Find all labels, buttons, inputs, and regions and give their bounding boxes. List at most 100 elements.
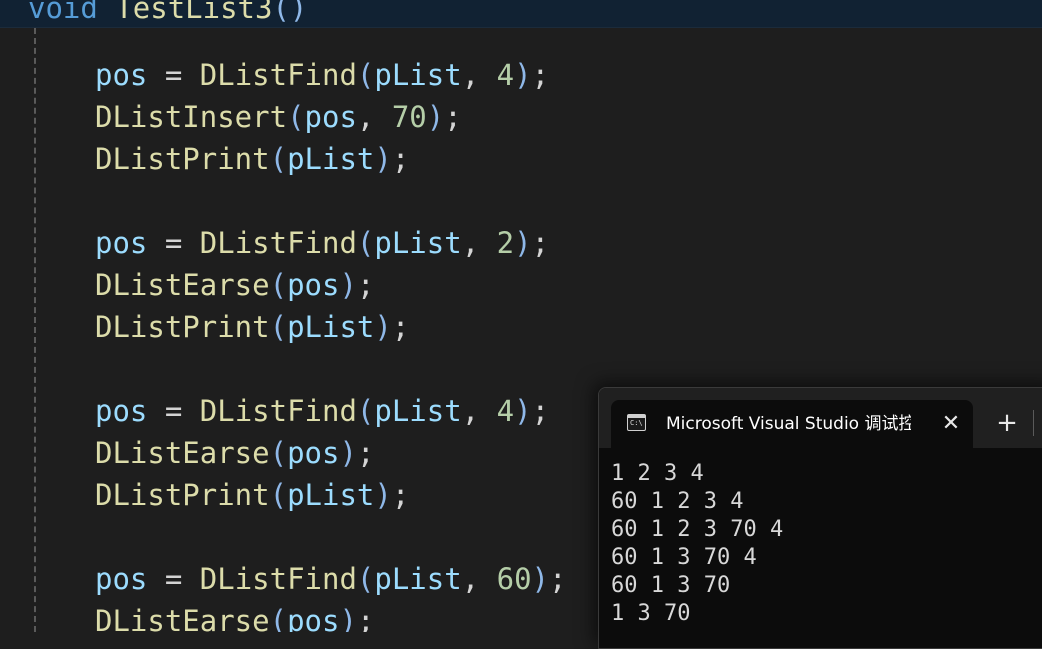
code-token: ; xyxy=(356,268,375,302)
code-token: 2 xyxy=(496,226,515,260)
code-token: pList xyxy=(374,394,462,428)
code-token: , xyxy=(461,58,497,92)
code-token: pos xyxy=(95,226,148,260)
new-tab-icon[interactable]: + xyxy=(992,408,1022,438)
code-token: , xyxy=(461,226,497,260)
code-line[interactable]: DListInsert(pos, 70); xyxy=(95,96,462,138)
console-icon: C:\ xyxy=(627,414,646,431)
code-token: ( xyxy=(287,100,305,134)
code-token: = xyxy=(147,394,200,428)
code-token: pos xyxy=(287,436,340,470)
code-token: DListFind xyxy=(199,226,357,260)
sticky-token xyxy=(98,0,115,25)
code-token: ( xyxy=(269,436,288,470)
debug-console-window[interactable]: C:\ Microsoft Visual Studio 调试控制台 ✕ + 1 … xyxy=(598,387,1042,649)
code-token: ) xyxy=(339,436,357,470)
code-token: ; xyxy=(549,562,567,596)
code-token: DListPrint xyxy=(95,142,270,176)
code-token: pList xyxy=(287,142,375,176)
code-line[interactable]: DListPrint(pList); xyxy=(95,474,409,516)
code-token: = xyxy=(147,226,200,260)
code-token: ) xyxy=(339,604,357,632)
code-token: ; xyxy=(531,394,550,428)
tab-separator xyxy=(1033,410,1034,436)
code-token: , xyxy=(461,394,497,428)
sticky-token: TestList3 xyxy=(115,0,273,25)
code-token: ( xyxy=(269,310,288,344)
code-token: ; xyxy=(531,58,550,92)
code-token: ( xyxy=(356,226,375,260)
code-token: ) xyxy=(531,562,550,596)
sticky-scroll-header[interactable]: void TestList3() xyxy=(0,0,1042,28)
code-token: ; xyxy=(391,142,410,176)
code-token: , xyxy=(461,562,497,596)
code-line[interactable]: DListPrint(pList); xyxy=(95,138,409,180)
console-output-line: 1 3 70 xyxy=(611,601,691,626)
console-output-line: 60 1 2 3 70 4 xyxy=(611,517,784,542)
code-line[interactable]: pos = DListFind(pList, 4); xyxy=(95,390,549,432)
code-token: DListFind xyxy=(199,58,357,92)
code-token: ) xyxy=(339,268,357,302)
console-output-line: 1 2 3 4 xyxy=(611,461,704,486)
code-token: ; xyxy=(391,310,410,344)
console-output-line: 60 1 2 3 4 xyxy=(611,489,744,514)
code-token: ; xyxy=(531,226,550,260)
code-token: ( xyxy=(269,604,288,632)
code-token: ) xyxy=(514,394,532,428)
console-output[interactable]: 1 2 3 4 60 1 2 3 4 60 1 2 3 70 4 60 1 3 70 … xyxy=(611,460,783,628)
code-token: pos xyxy=(287,268,340,302)
code-token: ; xyxy=(444,100,462,134)
code-token: DListPrint xyxy=(95,310,270,344)
code-token: ( xyxy=(269,268,288,302)
code-token: pList xyxy=(374,58,462,92)
code-line[interactable]: pos = DListFind(pList, 60); xyxy=(95,558,566,600)
sticky-token: () xyxy=(272,0,308,25)
code-token: ( xyxy=(269,478,288,512)
code-token: ) xyxy=(374,310,392,344)
terminal-tab[interactable]: C:\ Microsoft Visual Studio 调试控制台 ✕ xyxy=(611,400,973,448)
code-token: DListInsert xyxy=(95,100,288,134)
indent-guide xyxy=(34,28,36,632)
code-token: pList xyxy=(374,226,462,260)
terminal-titlebar[interactable]: C:\ Microsoft Visual Studio 调试控制台 ✕ + xyxy=(599,388,1042,448)
code-token: DListEarse xyxy=(95,436,270,470)
code-token: ) xyxy=(514,58,532,92)
code-token: pList xyxy=(374,562,462,596)
code-line[interactable]: pos = DListFind(pList, 4); xyxy=(95,54,549,96)
sticky-token: void xyxy=(28,0,98,25)
code-token: pos xyxy=(304,100,357,134)
code-token: ) xyxy=(514,226,532,260)
code-token: 4 xyxy=(496,394,515,428)
code-token: pos xyxy=(95,58,148,92)
console-output-line: 60 1 3 70 xyxy=(611,573,731,598)
code-token: DListEarse xyxy=(95,268,270,302)
code-token: 60 xyxy=(496,562,532,596)
code-token: ) xyxy=(426,100,445,134)
function-signature[interactable]: void TestList3() xyxy=(28,0,308,27)
code-token: 4 xyxy=(496,58,515,92)
close-tab-icon[interactable]: ✕ xyxy=(937,410,965,438)
code-token: DListPrint xyxy=(95,478,270,512)
code-token: ( xyxy=(356,562,375,596)
code-token: ; xyxy=(356,604,375,632)
code-token: pList xyxy=(287,310,375,344)
code-token: pos xyxy=(95,562,148,596)
code-token: DListEarse xyxy=(95,604,270,632)
code-line[interactable]: DListEarse(pos); xyxy=(95,432,374,474)
code-line[interactable]: DListEarse(pos); xyxy=(95,600,374,632)
code-token: 70 xyxy=(391,100,427,134)
code-token: ; xyxy=(391,478,410,512)
code-token: , xyxy=(356,100,392,134)
code-token: ; xyxy=(356,436,375,470)
code-token: DListFind xyxy=(199,394,357,428)
code-token: pos xyxy=(287,604,340,632)
code-token: pos xyxy=(95,394,148,428)
console-output-line: 60 1 3 70 4 xyxy=(611,545,757,570)
code-line[interactable]: pos = DListFind(pList, 2); xyxy=(95,222,549,264)
code-token: = xyxy=(147,58,200,92)
code-line[interactable]: DListEarse(pos); xyxy=(95,264,374,306)
tab-title: Microsoft Visual Studio 调试控制台 xyxy=(666,414,911,434)
code-token: ) xyxy=(374,478,392,512)
code-token: pList xyxy=(287,478,375,512)
code-line[interactable]: DListPrint(pList); xyxy=(95,306,409,348)
